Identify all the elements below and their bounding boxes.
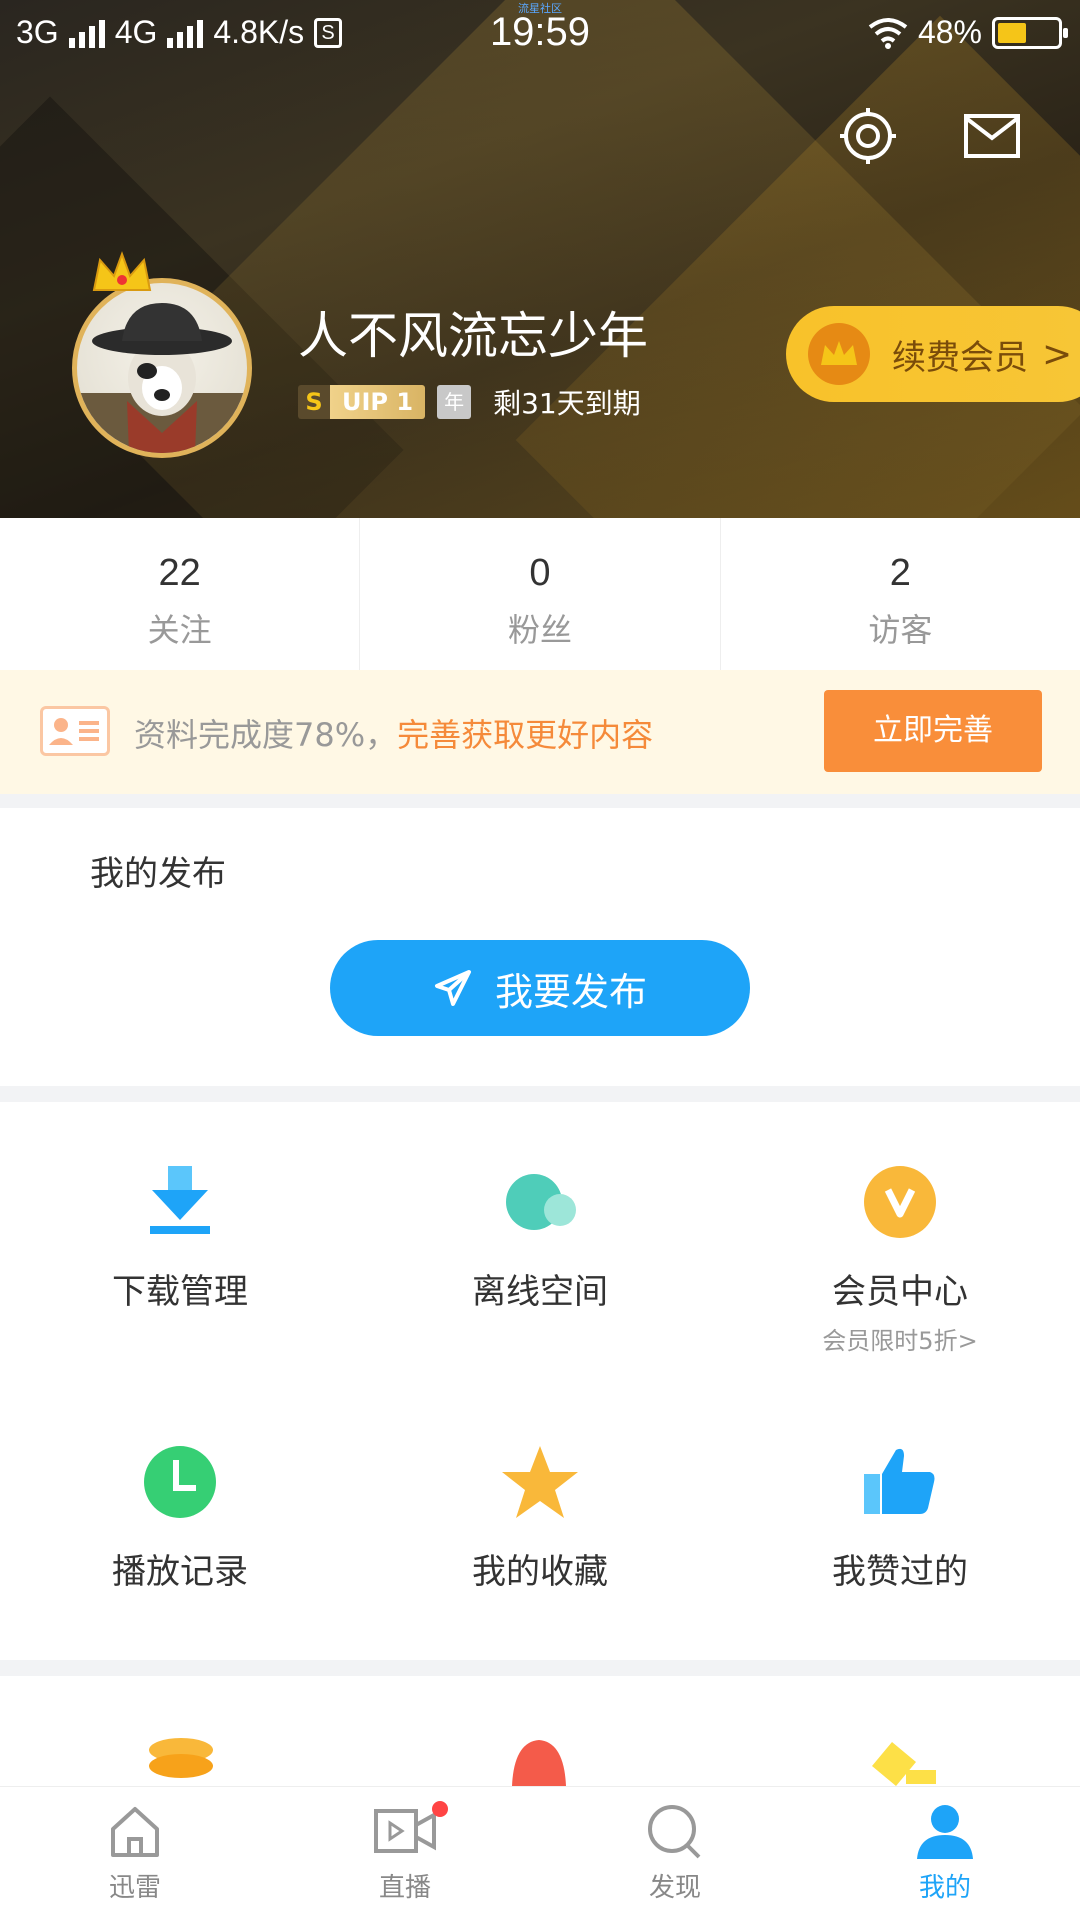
- grid-label: 播放记录: [112, 1552, 248, 1592]
- publish-button[interactable]: 我要发布: [330, 940, 750, 1036]
- vip-badge: S UIP 1: [298, 385, 426, 419]
- completion-text: 资料完成度78%，完善获取更好内容: [134, 710, 653, 756]
- username: 人不风流忘少年: [298, 307, 648, 365]
- vip-level-label: UIP 1: [330, 385, 426, 419]
- complete-now-button[interactable]: 立即完善: [824, 690, 1042, 772]
- publish-button-label: 我要发布: [494, 969, 647, 1014]
- grid-item-liked[interactable]: 我赞过的: [720, 1442, 1080, 1593]
- tab-xunlei[interactable]: 迅雷: [0, 1787, 270, 1920]
- coins-icon[interactable]: [146, 1736, 216, 1786]
- year-badge: 年: [437, 385, 472, 419]
- app-root: 流星社区 3G 4G 4.8K/s S 19:59 48% 人不风流忘少年 S …: [0, 0, 1080, 1920]
- avatar[interactable]: [72, 278, 252, 458]
- stat-following[interactable]: 22 关注: [0, 518, 361, 670]
- grid-label: 我赞过的: [832, 1552, 968, 1592]
- hammer-icon[interactable]: [866, 1736, 936, 1786]
- more-features-row: [0, 1676, 1080, 1786]
- scan-icon[interactable]: [838, 106, 898, 166]
- mail-icon[interactable]: [962, 106, 1022, 166]
- vip-icon: [864, 1166, 936, 1238]
- completion-highlight: 完善获取更好内容: [397, 716, 654, 754]
- stat-number: 2: [889, 552, 911, 594]
- stat-number: 0: [529, 552, 551, 594]
- grid-sublabel: 会员限时5折>: [822, 1327, 978, 1355]
- grid-item-vip-center[interactable]: 会员中心 会员限时5折>: [720, 1162, 1080, 1356]
- vip-s-label: S: [298, 385, 330, 419]
- tab-label: 发现: [648, 1873, 701, 1903]
- stat-label: 粉丝: [507, 611, 572, 649]
- stat-followers[interactable]: 0 粉丝: [360, 518, 721, 670]
- home-icon: [111, 1807, 159, 1857]
- id-card-icon: [40, 706, 110, 756]
- paper-plane-icon: [434, 970, 471, 1006]
- grid-item-download[interactable]: 下载管理: [0, 1162, 360, 1313]
- stat-number: 22: [158, 552, 201, 594]
- grid-item-play-history[interactable]: 播放记录: [0, 1442, 360, 1593]
- grid-item-favorites[interactable]: 我的收藏: [360, 1442, 720, 1593]
- grid-label: 离线空间: [472, 1272, 608, 1312]
- grid-label: 会员中心: [832, 1272, 968, 1312]
- stats-bar: 22 关注 0 粉丝 2 访客: [0, 518, 1080, 670]
- chevron-right-icon: >: [1042, 333, 1073, 375]
- battery-percent: 48%: [917, 14, 982, 50]
- renew-membership-button[interactable]: 续费会员 >: [786, 306, 1080, 402]
- section-title: 我的发布: [90, 854, 226, 894]
- profile-header: 流星社区 3G 4G 4.8K/s S 19:59 48% 人不风流忘少年 S …: [0, 0, 1080, 518]
- status-bar: 流星社区 3G 4G 4.8K/s S 19:59 48%: [0, 0, 1080, 70]
- stat-label: 访客: [868, 611, 933, 649]
- grid-item-offline-space[interactable]: 离线空间: [360, 1162, 720, 1313]
- vip-info: S UIP 1 年 剩31天到期: [298, 382, 641, 422]
- stat-visitors[interactable]: 2 访客: [721, 518, 1080, 670]
- crown-icon: [92, 251, 152, 291]
- my-publish-section: 我的发布 我要发布: [0, 808, 1080, 1086]
- cloud-icon: [506, 1174, 576, 1230]
- user-icon: [917, 1805, 973, 1859]
- function-grid: 下载管理 离线空间 会员中心 会员限时5折> 播放记录 我的收藏 我赞过的: [0, 1102, 1080, 1660]
- tab-label: 直播: [378, 1873, 431, 1903]
- tab-label: 我的: [918, 1873, 971, 1903]
- crown-icon: [808, 323, 870, 385]
- avatar-image: [77, 303, 247, 453]
- tab-label: 迅雷: [108, 1873, 161, 1903]
- download-icon: [150, 1166, 210, 1234]
- battery-icon: [992, 16, 1068, 49]
- red-packet-icon[interactable]: [504, 1736, 574, 1786]
- tab-live[interactable]: 直播: [270, 1787, 540, 1920]
- star-icon: [502, 1446, 578, 1518]
- vip-expire-text: 剩31天到期: [493, 387, 641, 420]
- grid-label: 下载管理: [112, 1272, 248, 1312]
- stat-label: 关注: [147, 611, 212, 649]
- bottom-tab-bar: 迅雷 直播 发现 我的: [0, 1786, 1080, 1920]
- profile-completion-banner: 资料完成度78%，完善获取更好内容 立即完善: [0, 670, 1080, 794]
- clock-icon: [144, 1446, 216, 1518]
- notification-dot: [432, 1801, 448, 1817]
- tab-mine[interactable]: 我的: [810, 1787, 1080, 1920]
- renew-label: 续费会员: [892, 337, 1028, 378]
- search-icon: [648, 1805, 701, 1859]
- live-video-icon: [374, 1809, 436, 1853]
- tab-discover[interactable]: 发现: [540, 1787, 810, 1920]
- thumbs-up-icon: [864, 1448, 935, 1514]
- completion-percent-text: 资料完成度78%，: [134, 716, 398, 754]
- wifi-icon: [868, 17, 908, 49]
- grid-label: 我的收藏: [472, 1552, 608, 1592]
